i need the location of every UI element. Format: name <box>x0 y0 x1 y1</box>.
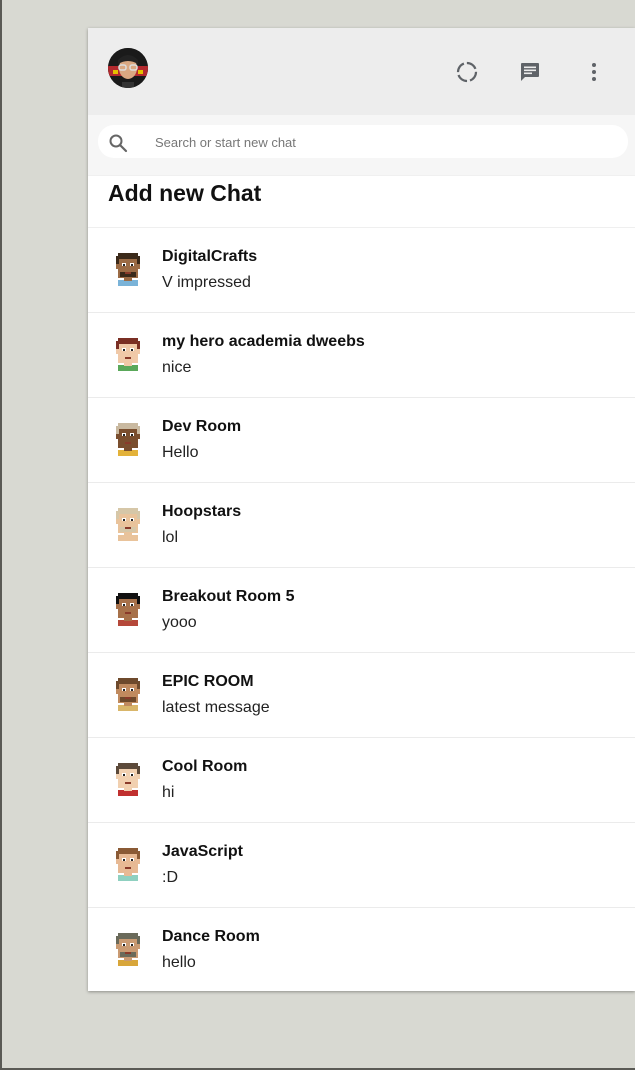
more-vertical-icon[interactable] <box>582 60 606 84</box>
chat-list-item[interactable]: JavaScript :D <box>88 823 635 908</box>
chat-name: Cool Room <box>162 758 248 775</box>
chat-avatar-icon <box>110 590 146 626</box>
chat-last-message: hello <box>162 954 196 971</box>
chat-last-message: V impressed <box>162 274 251 291</box>
chat-name: EPIC ROOM <box>162 673 254 690</box>
chat-name: my hero academia dweebs <box>162 333 365 350</box>
chat-last-message: hi <box>162 784 175 801</box>
search-input[interactable] <box>153 125 607 160</box>
user-avatar-icon[interactable] <box>108 48 148 88</box>
chat-last-message: :D <box>162 869 178 886</box>
chat-list: DigitalCrafts V impressed my hero academ… <box>88 228 635 991</box>
chat-bubble-icon[interactable] <box>518 60 542 84</box>
chat-list-item[interactable]: DigitalCrafts V impressed <box>88 228 635 313</box>
chat-name: Breakout Room 5 <box>162 588 295 605</box>
chat-name: DigitalCrafts <box>162 248 258 265</box>
chat-avatar-icon <box>110 675 146 711</box>
chat-last-message: Hello <box>162 444 199 461</box>
chat-last-message: nice <box>162 359 192 376</box>
chat-avatar-icon <box>110 335 146 371</box>
search-bar <box>88 115 635 176</box>
add-new-chat-row[interactable]: Add new Chat <box>88 176 635 228</box>
chat-avatar-icon <box>110 505 146 541</box>
chat-avatar-icon <box>110 420 146 456</box>
chat-list-item[interactable]: Dev Room Hello <box>88 398 635 483</box>
chat-last-message: yooo <box>162 614 197 631</box>
page-left-edge <box>0 0 2 1070</box>
chat-name: Dance Room <box>162 928 260 945</box>
chat-name: Hoopstars <box>162 503 242 520</box>
chat-name: JavaScript <box>162 843 243 860</box>
search-box <box>98 125 628 160</box>
chat-list-item[interactable]: Breakout Room 5 yooo <box>88 568 635 653</box>
chat-avatar-icon <box>110 930 146 966</box>
add-new-chat-label: Add new Chat <box>108 180 262 206</box>
chat-name: Dev Room <box>162 418 242 435</box>
search-icon[interactable] <box>108 133 128 153</box>
chat-last-message: latest message <box>162 699 270 716</box>
chat-list-item[interactable]: Dance Room hello <box>88 908 635 991</box>
app-header <box>88 28 635 115</box>
chat-last-message: lol <box>162 529 179 546</box>
chat-list-item[interactable]: Cool Room hi <box>88 738 635 823</box>
chat-avatar-icon <box>110 250 146 286</box>
chat-avatar-icon <box>110 845 146 881</box>
chat-list-item[interactable]: Hoopstars lol <box>88 483 635 568</box>
chat-avatar-icon <box>110 760 146 796</box>
chat-list-item[interactable]: my hero academia dweebs nice <box>88 313 635 398</box>
status-circle-icon[interactable] <box>455 60 479 84</box>
chat-list-item[interactable]: EPIC ROOM latest message <box>88 653 635 738</box>
chat-app-panel: Add new Chat DigitalCrafts V impres <box>88 28 635 991</box>
